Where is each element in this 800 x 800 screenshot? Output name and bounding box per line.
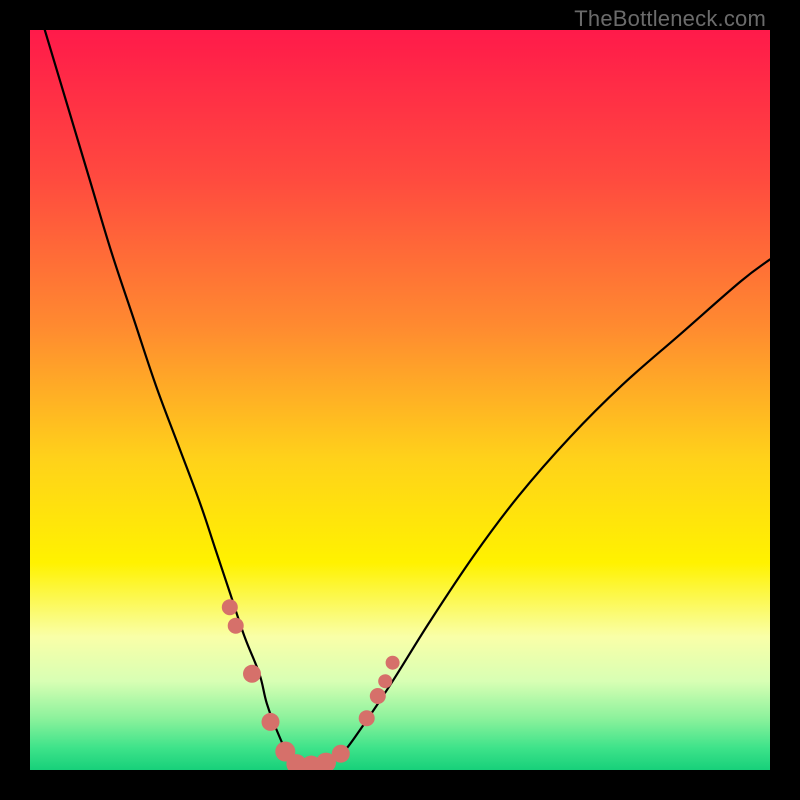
data-marker [332, 745, 350, 763]
curve-layer [30, 30, 770, 770]
watermark-text: TheBottleneck.com [574, 6, 766, 32]
data-marker [222, 599, 238, 615]
plot-area [30, 30, 770, 770]
data-marker [386, 656, 400, 670]
data-marker [359, 710, 375, 726]
markers-group [222, 599, 400, 770]
data-marker [378, 674, 392, 688]
chart-frame: TheBottleneck.com [0, 0, 800, 800]
data-marker [262, 713, 280, 731]
data-marker [243, 665, 261, 683]
data-marker [228, 618, 244, 634]
data-marker [370, 688, 386, 704]
bottleneck-curve [45, 30, 770, 768]
